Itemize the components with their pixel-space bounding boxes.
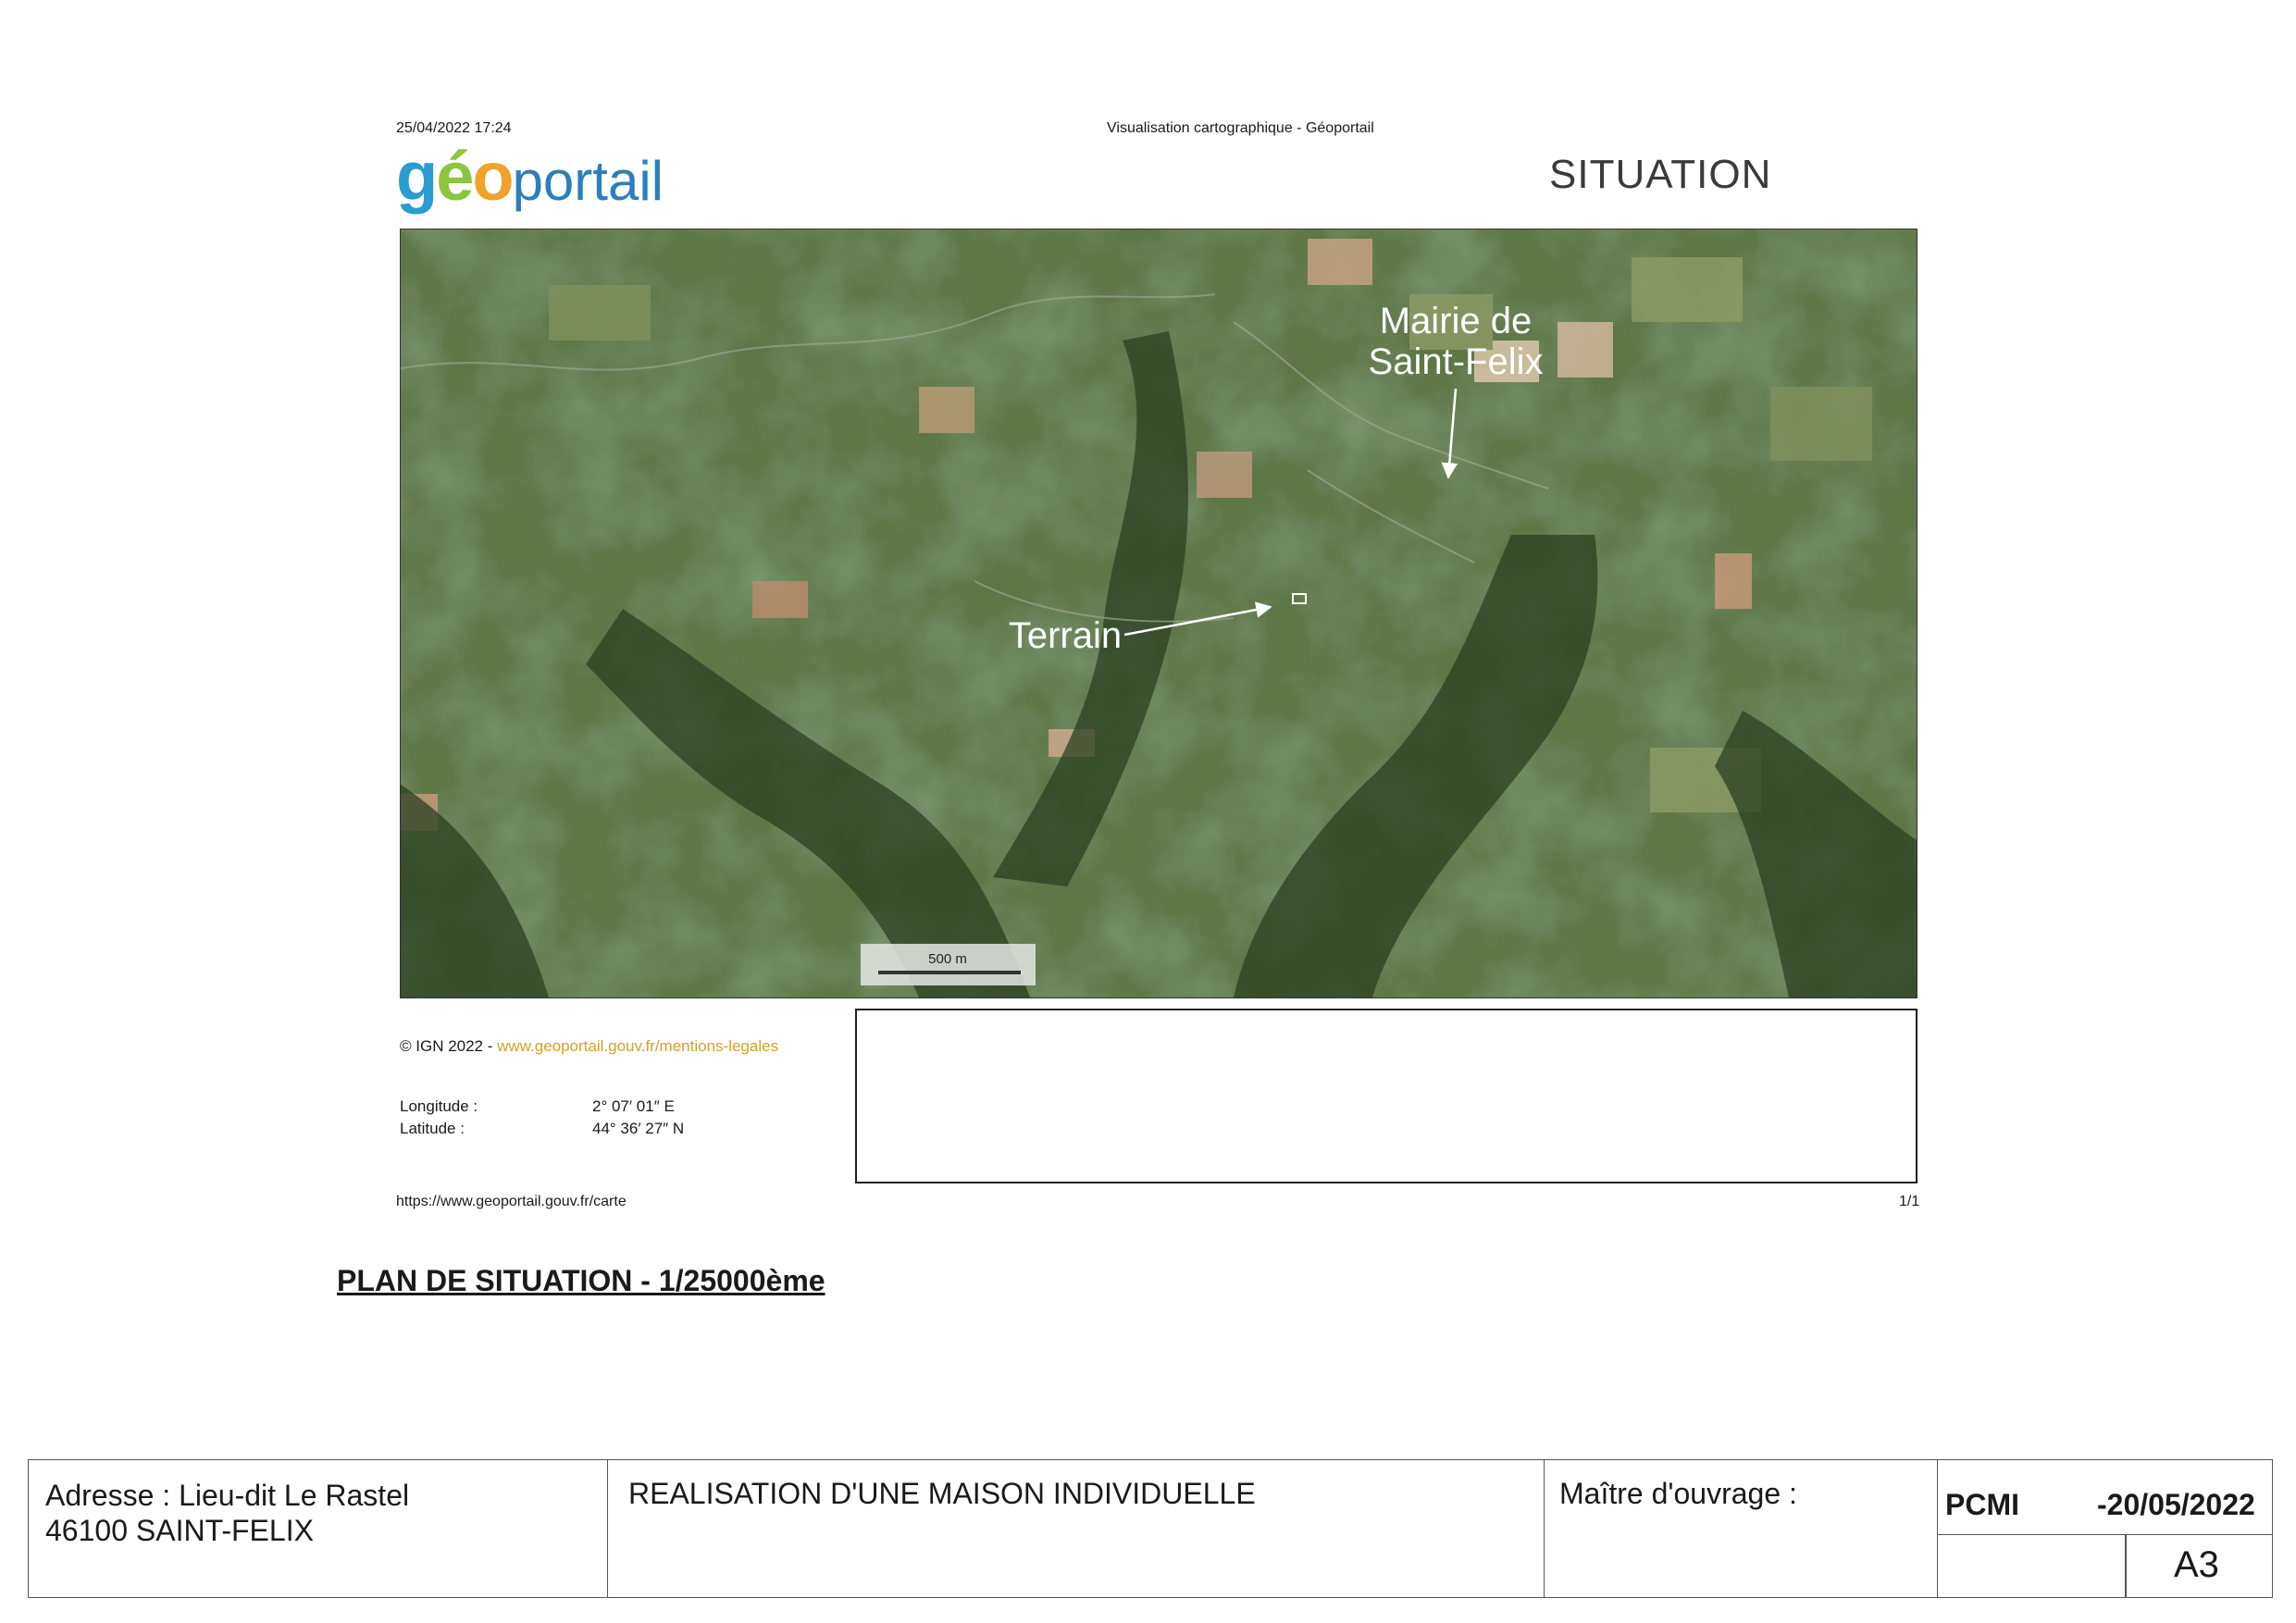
scale-bar: 500 m: [861, 944, 1036, 985]
aerial-map-image: Mairie de Saint-Felix Terrain 500 m: [401, 229, 1917, 997]
legal-link[interactable]: www.geoportail.gouv.fr/mentions-legales: [497, 1037, 778, 1055]
map-label-town-hall-line1: Mairie de: [1380, 301, 1533, 341]
scale-bar-label: 500 m: [928, 951, 967, 967]
logo-word-portail: portail: [512, 150, 664, 212]
owner-label: Maître d'ouvrage :: [1559, 1477, 1797, 1510]
address-line2: 46100 SAINT-FELIX: [45, 1514, 314, 1547]
permit-header: PCMI -20/05/2022: [1938, 1460, 2272, 1535]
permit-date: -20/05/2022: [2097, 1488, 2255, 1521]
longitude-label: Longitude :: [400, 1097, 478, 1115]
permit-code: PCMI: [1945, 1488, 2019, 1521]
logo-letter-g: g: [396, 138, 438, 215]
section-title: SITUATION: [1549, 152, 1772, 197]
plan-title: PLAN DE SITUATION - 1/25000ème: [337, 1264, 825, 1297]
legend-box: [855, 1009, 1917, 1183]
copyright-prefix: © IGN 2022 -: [400, 1037, 498, 1055]
title-block: Adresse : Lieu-dit Le Rastel 46100 SAINT…: [28, 1459, 2273, 1598]
latitude-value: 44° 36′ 27″ N: [592, 1120, 685, 1137]
aerial-map[interactable]: Mairie de Saint-Felix Terrain 500 m: [400, 229, 1917, 998]
address-line1: Adresse : Lieu-dit Le Rastel: [45, 1479, 410, 1512]
longitude-value: 2° 07′ 01″ E: [592, 1097, 675, 1115]
page-number: 1/1: [1899, 1194, 1920, 1209]
logo-letter-o: o: [472, 138, 514, 215]
sheet-format: A3: [2174, 1544, 2219, 1585]
project-description: REALISATION D'UNE MAISON INDIVIDUELLE: [628, 1477, 1256, 1510]
page-url: https://www.geoportail.gouv.fr/carte: [396, 1194, 627, 1209]
project-cell: REALISATION D'UNE MAISON INDIVIDUELLE: [608, 1460, 1545, 1597]
latitude-label: Latitude :: [400, 1120, 465, 1137]
copyright: © IGN 2022 - www.geoportail.gouv.fr/ment…: [400, 1037, 778, 1056]
logo-letter-e: é: [436, 138, 474, 215]
permit-cell: PCMI -20/05/2022 A3: [1938, 1460, 2272, 1597]
print-date: 25/04/2022 17:24: [396, 120, 512, 136]
print-title: Visualisation cartographique - Géoportai…: [1107, 120, 1374, 136]
format-divider: [2125, 1534, 2127, 1597]
address-cell: Adresse : Lieu-dit Le Rastel 46100 SAINT…: [29, 1460, 608, 1597]
map-label-site: Terrain: [1009, 615, 1122, 656]
map-label-town-hall-line2: Saint-Felix: [1369, 341, 1544, 382]
geoportail-logo: géoportail: [396, 137, 701, 220]
owner-cell: Maître d'ouvrage :: [1545, 1460, 1938, 1597]
